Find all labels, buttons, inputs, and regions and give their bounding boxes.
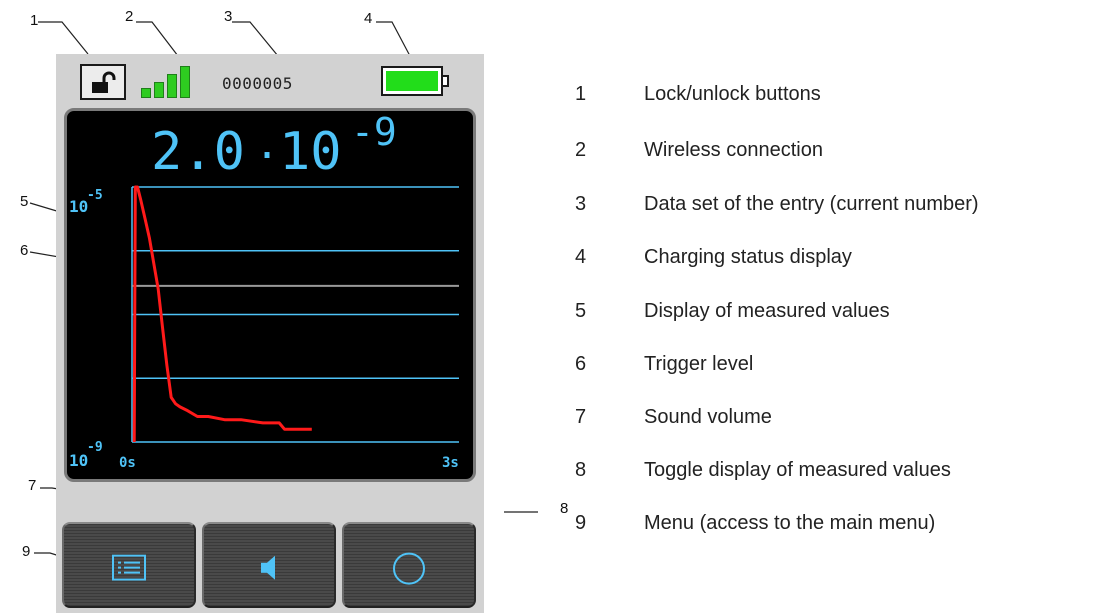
callout-9: 9	[22, 543, 31, 560]
legend-item-text: Menu (access to the main menu)	[644, 512, 936, 534]
dataset-number: 0000005	[222, 74, 293, 93]
reading-dot: ·	[255, 133, 279, 179]
speaker-icon	[261, 555, 275, 580]
y-top-base: 10	[69, 197, 88, 216]
callout-5: 5	[20, 193, 29, 210]
measurement-plot: 2.0 · 10 -9 10 -5 10 -9 0s 3s	[69, 111, 459, 471]
legend-item-number: 6	[575, 353, 587, 375]
legend-item: 2 Wireless connection	[575, 139, 1110, 169]
legend-item: 9 Menu (access to the main menu)	[575, 512, 1110, 542]
plot-grid	[131, 186, 459, 443]
callout-7: 7	[28, 477, 37, 494]
legend-item: 4 Charging status display	[575, 246, 1110, 276]
legend-item-number: 4	[575, 246, 587, 268]
legend-item-text: Lock/unlock buttons	[644, 83, 821, 105]
legend-item-text: Trigger level	[644, 353, 754, 375]
toggle-display-button[interactable]	[342, 522, 476, 608]
legend-item-number: 1	[575, 83, 587, 105]
y-bottom-exp: -9	[87, 440, 103, 455]
device-figure: 0000005 2.0 · 10 -9 10 -5 10 -9 0s 3s	[56, 54, 484, 613]
menu-list-icon	[112, 554, 146, 581]
x-start-label: 0s	[119, 455, 136, 471]
callout-3: 3	[224, 8, 233, 25]
callout-6: 6	[20, 242, 29, 259]
legend-item: 8 Toggle display of measured values	[575, 459, 1110, 489]
legend-item-number: 3	[575, 193, 587, 215]
legend-item-number: 2	[575, 139, 587, 161]
battery-icon	[381, 66, 451, 96]
sound-volume-button[interactable]	[202, 522, 336, 608]
legend-item-number: 7	[575, 406, 587, 428]
status-bar: 0000005	[56, 54, 484, 100]
menu-button[interactable]	[62, 522, 196, 608]
callout-1: 1	[30, 12, 39, 29]
x-end-label: 3s	[442, 455, 459, 471]
callout-4: 4	[364, 10, 373, 27]
circle-icon	[393, 552, 425, 585]
reading-base: 10	[279, 122, 342, 182]
reading-mantissa: 2.0	[151, 122, 245, 182]
legend-item: 7 Sound volume	[575, 406, 1110, 436]
legend-item-text: Sound volume	[644, 406, 772, 428]
legend-item-number: 9	[575, 512, 587, 534]
legend-item: 6 Trigger level	[575, 353, 1110, 383]
y-bottom-base: 10	[69, 451, 88, 470]
legend-item-text: Display of measured values	[644, 300, 890, 322]
wireless-signal-icon	[141, 64, 197, 100]
lock-button[interactable]	[80, 64, 126, 100]
callout-8: 8	[560, 500, 569, 517]
legend-item-number: 8	[575, 459, 587, 481]
measurement-screen: 2.0 · 10 -9 10 -5 10 -9 0s 3s	[64, 108, 476, 482]
reading-exponent: -9	[351, 111, 397, 154]
legend-item: 5 Display of measured values	[575, 300, 1110, 330]
y-top-exp: -5	[87, 188, 103, 203]
unlocked-padlock-icon	[92, 71, 116, 93]
callout-2: 2	[125, 8, 134, 25]
battery-fill	[386, 71, 438, 91]
legend-item: 1 Lock/unlock buttons	[575, 83, 1110, 113]
legend-item-text: Charging status display	[644, 246, 852, 268]
legend-item-number: 5	[575, 300, 587, 322]
legend-item: 3 Data set of the entry (current number)	[575, 193, 1110, 223]
legend-item-text: Wireless connection	[644, 139, 823, 161]
legend-item-text: Toggle display of measured values	[644, 459, 951, 481]
legend-item-text: Data set of the entry (current number)	[644, 193, 979, 215]
